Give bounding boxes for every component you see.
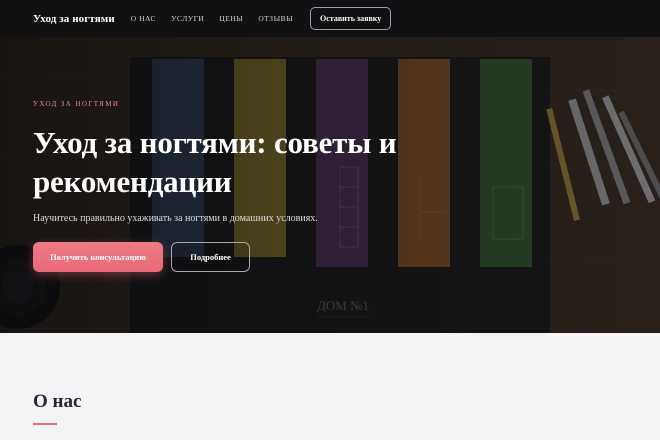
about-title: О нас xyxy=(33,391,82,412)
more-button[interactable]: Подробнее xyxy=(171,242,250,272)
consultation-button[interactable]: Получить консультацию xyxy=(33,242,163,272)
brand-logo[interactable]: Уход за ногтями xyxy=(33,13,115,25)
main-nav: О нас Услуги Цены Отзывы xyxy=(131,14,293,23)
nav-item-about[interactable]: О нас xyxy=(131,14,156,23)
hero-eyebrow: Уход за ногтями xyxy=(33,100,120,108)
nav-item-prices[interactable]: Цены xyxy=(219,14,243,23)
section-divider xyxy=(33,423,57,425)
request-button[interactable]: Оставить заявку xyxy=(310,7,392,30)
hero-title: Уход за ногтями: советы и рекомендации xyxy=(33,125,397,199)
hero-subtitle: Научитесь правильно ухаживать за ногтями… xyxy=(33,213,318,224)
nav-item-reviews[interactable]: Отзывы xyxy=(258,14,293,23)
hero-section: ДОМ №1 Уход за ногтями Уход за ногтями: … xyxy=(0,37,660,333)
site-header: Уход за ногтями О нас Услуги Цены Отзывы… xyxy=(0,0,660,37)
about-section: О нас xyxy=(0,333,660,440)
nav-item-services[interactable]: Услуги xyxy=(171,14,204,23)
